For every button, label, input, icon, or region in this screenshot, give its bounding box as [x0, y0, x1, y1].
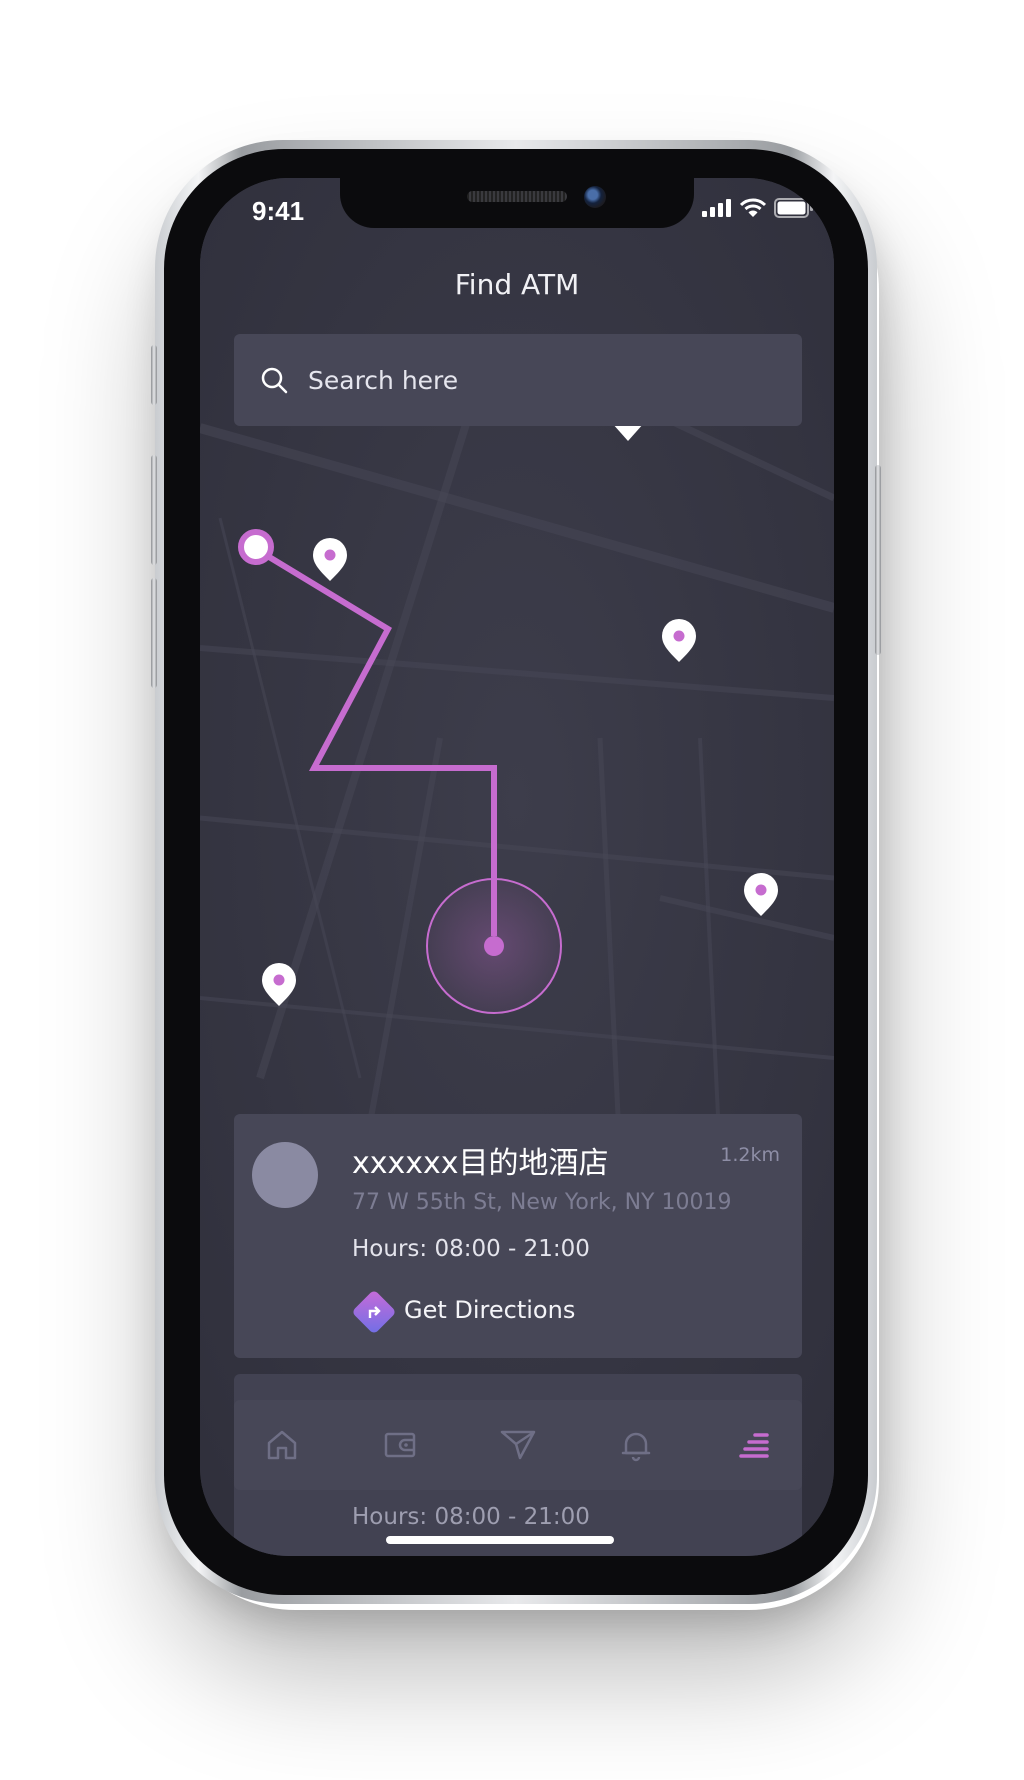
search-icon: [261, 367, 288, 394]
search-bar[interactable]: [234, 334, 802, 426]
home-indicator[interactable]: [386, 1536, 614, 1544]
wifi-icon: [740, 198, 766, 217]
volume-up-button: [151, 455, 157, 565]
location-hours: Hours: 08:00 - 21:00: [352, 1236, 590, 1262]
tab-bar: [234, 1400, 802, 1490]
tab-menu[interactable]: [734, 1425, 774, 1465]
location-card[interactable]: xxxxxx目的地酒店 1.2km 77 W 55th St, New York…: [234, 1114, 802, 1358]
volume-down-button: [151, 578, 157, 688]
get-directions-button[interactable]: Get Directions: [351, 1289, 576, 1335]
location-address: 77 W 55th St, New York, NY 10019: [352, 1190, 732, 1215]
location-name: xxxxxx目的地酒店: [352, 1146, 609, 1181]
status-icons: [702, 198, 814, 218]
battery-icon: [774, 198, 813, 218]
tab-wallet[interactable]: [380, 1425, 420, 1465]
home-icon: [267, 1430, 297, 1460]
app-screen: 9:41 Find ATM Hours: 08:00 - 21:00: [200, 178, 834, 1556]
send-icon: [500, 1430, 536, 1460]
route-start-point[interactable]: [238, 529, 274, 565]
tab-send[interactable]: [498, 1425, 538, 1465]
location-distance: 1.2km: [720, 1144, 780, 1166]
power-button: [875, 465, 881, 655]
cellular-signal-icon: [702, 199, 731, 217]
get-directions-label: Get Directions: [404, 1296, 576, 1324]
speaker-grille: [467, 191, 567, 202]
menu-icon: [739, 1433, 769, 1458]
page-title: Find ATM: [454, 268, 580, 301]
avatar: [252, 1142, 318, 1208]
directions-icon: [351, 1289, 397, 1335]
tab-notifications[interactable]: [616, 1425, 656, 1465]
status-time: 9:41: [252, 196, 305, 226]
front-camera: [584, 186, 606, 208]
current-location-marker[interactable]: [484, 936, 504, 956]
bell-icon: [621, 1432, 651, 1462]
card-hours: Hours: 08:00 - 21:00: [352, 1504, 590, 1530]
device-notch: [340, 178, 694, 228]
search-input[interactable]: [306, 364, 770, 396]
wallet-icon: [384, 1432, 416, 1458]
mute-switch: [151, 345, 157, 405]
tab-home[interactable]: [262, 1425, 302, 1465]
